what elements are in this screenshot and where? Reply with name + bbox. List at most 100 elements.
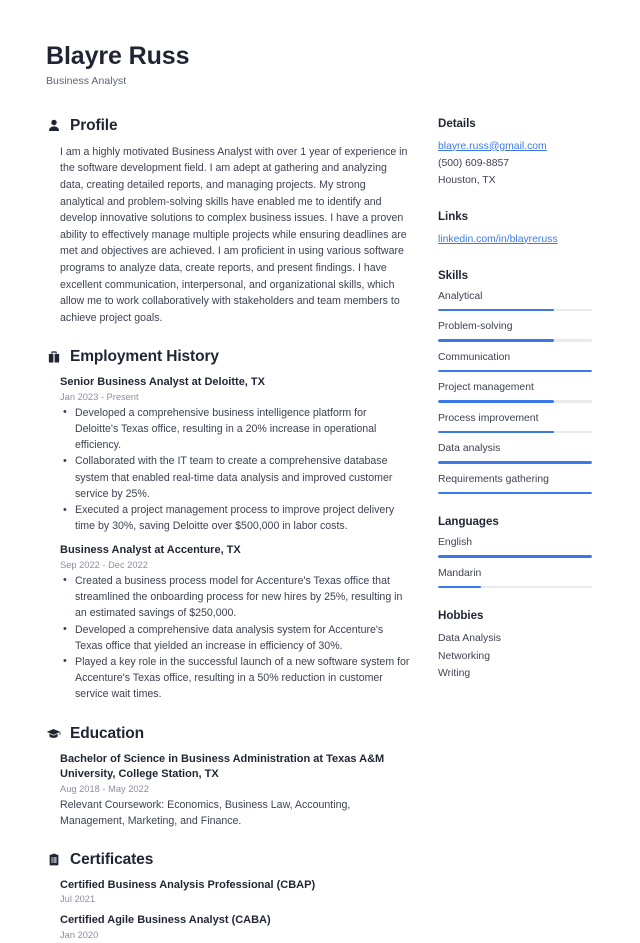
education-entry-title: Bachelor of Science in Business Administ… bbox=[60, 752, 385, 781]
resume-body: Profile I am a highly motivated Business… bbox=[46, 117, 594, 943]
graduation-cap-icon bbox=[46, 726, 61, 741]
employment-entry: Business Analyst at Accenture, TX Sep 20… bbox=[60, 543, 410, 702]
sidebar-title-links: Links bbox=[438, 209, 469, 223]
resume-header: Blayre Russ Business Analyst bbox=[46, 42, 594, 87]
section-employment: Employment History Senior Business Analy… bbox=[46, 348, 410, 702]
skill-bar-fill bbox=[438, 400, 554, 403]
skill-item: Problem-solving bbox=[438, 320, 592, 342]
phone-value: (500) 609-8857 bbox=[438, 157, 510, 169]
candidate-job-title: Business Analyst bbox=[46, 74, 127, 87]
education-entry-description: Relevant Coursework: Economics, Business… bbox=[60, 798, 351, 827]
language-label: Mandarin bbox=[438, 567, 482, 579]
sidebar-languages: Languages English Mandarin bbox=[438, 515, 592, 589]
sidebar-details: Details blayre.russ@gmail.com (500) 609-… bbox=[438, 117, 592, 189]
sidebar-links: Links linkedin.com/in/blayreruss bbox=[438, 210, 592, 248]
section-education: Education Bachelor of Science in Busines… bbox=[46, 725, 410, 829]
skill-item: Process improvement bbox=[438, 412, 592, 434]
section-certificates: Certificates Certified Business Analysis… bbox=[46, 851, 410, 940]
skill-bar-track bbox=[438, 461, 592, 464]
sidebar-title-hobbies: Hobbies bbox=[438, 609, 484, 623]
language-bar-fill bbox=[438, 555, 592, 558]
certificate-entry-title: Certified Agile Business Analyst (CABA) bbox=[60, 914, 271, 927]
skill-bar-track bbox=[438, 339, 592, 342]
section-header-profile: Profile bbox=[46, 117, 410, 135]
section-body-profile: I am a highly motivated Business Analyst… bbox=[46, 144, 410, 327]
section-header-employment: Employment History bbox=[46, 348, 410, 366]
language-label: English bbox=[438, 537, 473, 549]
education-entry: Bachelor of Science in Business Administ… bbox=[60, 752, 410, 829]
sidebar-title-details: Details bbox=[438, 116, 476, 130]
skill-label: Process improvement bbox=[438, 412, 539, 424]
skill-bar-track bbox=[438, 430, 592, 434]
bullet-item: Developed a comprehensive data analysis … bbox=[60, 621, 410, 654]
language-bar-track bbox=[438, 555, 592, 558]
employment-entry-bullets: Developed a comprehensive business intel… bbox=[60, 404, 410, 535]
certificate-entry: Certified Agile Business Analyst (CABA) … bbox=[60, 913, 410, 940]
employment-entry: Senior Business Analyst at Deloitte, TX … bbox=[60, 375, 410, 534]
section-body-education: Bachelor of Science in Business Administ… bbox=[46, 752, 410, 829]
bullet-item: Created a business process model for Acc… bbox=[60, 572, 410, 622]
bullet-item: Played a key role in the successful laun… bbox=[60, 653, 410, 703]
section-body-certificates: Certified Business Analysis Professional… bbox=[46, 878, 410, 940]
language-item: English bbox=[438, 536, 592, 558]
certificate-entry-date: Jul 2021 bbox=[60, 894, 96, 905]
skill-item: Data analysis bbox=[438, 442, 592, 464]
skill-bar-track bbox=[438, 308, 592, 312]
sidebar-title-languages: Languages bbox=[438, 515, 499, 529]
skill-label: Requirements gathering bbox=[438, 473, 549, 485]
skill-label: Project management bbox=[438, 382, 534, 394]
employment-entry-bullets: Created a business process model for Acc… bbox=[60, 572, 410, 703]
linkedin-link[interactable]: linkedin.com/in/blayreruss bbox=[438, 231, 592, 248]
person-icon bbox=[46, 118, 61, 133]
employment-entry-title: Senior Business Analyst at Deloitte, TX bbox=[60, 376, 265, 389]
hobby-item: Data Analysis bbox=[438, 633, 501, 645]
section-title-employment: Employment History bbox=[70, 348, 219, 366]
employment-entry-title: Business Analyst at Accenture, TX bbox=[60, 544, 241, 557]
skill-item: Project management bbox=[438, 381, 592, 403]
section-profile: Profile I am a highly motivated Business… bbox=[46, 117, 410, 327]
profile-text: I am a highly motivated Business Analyst… bbox=[60, 145, 408, 324]
skill-bar-fill bbox=[438, 369, 592, 373]
language-bar-fill bbox=[438, 585, 482, 589]
hobby-item: Networking bbox=[438, 650, 490, 662]
main-column: Profile I am a highly motivated Business… bbox=[46, 117, 410, 943]
certificate-entry-title: Certified Business Analysis Professional… bbox=[60, 878, 316, 891]
section-header-education: Education bbox=[46, 725, 410, 743]
skill-item: Communication bbox=[438, 351, 592, 373]
skill-bar-fill bbox=[438, 308, 554, 312]
skill-item: Requirements gathering bbox=[438, 473, 592, 495]
language-item: Mandarin bbox=[438, 567, 592, 589]
sidebar-skills: Skills Analytical Problem-solving Commun… bbox=[438, 269, 592, 495]
location-value: Houston, TX bbox=[438, 174, 496, 186]
skill-label: Analytical bbox=[438, 290, 483, 302]
language-bar-track bbox=[438, 585, 592, 589]
skill-bar-fill bbox=[438, 339, 554, 342]
skill-item: Analytical bbox=[438, 290, 592, 312]
candidate-name: Blayre Russ bbox=[46, 42, 190, 70]
section-title-certificates: Certificates bbox=[70, 850, 154, 868]
hobby-item: Writing bbox=[438, 668, 471, 680]
section-title-education: Education bbox=[70, 724, 145, 742]
email-link[interactable]: blayre.russ@gmail.com bbox=[438, 138, 592, 155]
sidebar-hobbies: Hobbies Data Analysis Networking Writing bbox=[438, 609, 592, 683]
skill-label: Communication bbox=[438, 351, 511, 363]
clipboard-icon bbox=[46, 852, 61, 867]
section-header-certificates: Certificates bbox=[46, 851, 410, 869]
skill-bar-fill bbox=[438, 491, 592, 495]
bullet-item: Collaborated with the IT team to create … bbox=[60, 453, 410, 502]
skill-bar-fill bbox=[438, 461, 592, 464]
sidebar-column: Details blayre.russ@gmail.com (500) 609-… bbox=[438, 117, 592, 683]
skill-label: Problem-solving bbox=[438, 321, 513, 333]
skill-bar-track bbox=[438, 400, 592, 403]
skill-bar-track bbox=[438, 491, 592, 495]
resume-page: Blayre Russ Business Analyst Profile I a… bbox=[0, 0, 640, 940]
bullet-item: Developed a comprehensive business intel… bbox=[60, 404, 410, 454]
skill-bar-track bbox=[438, 369, 592, 373]
certificate-entry-date: Jan 2020 bbox=[60, 929, 99, 940]
employment-entry-date: Jan 2023 - Present bbox=[60, 391, 139, 402]
section-body-employment: Senior Business Analyst at Deloitte, TX … bbox=[46, 375, 410, 702]
bullet-item: Executed a project management process to… bbox=[60, 501, 410, 534]
education-entry-date: Aug 2018 - May 2022 bbox=[60, 783, 149, 794]
sidebar-title-skills: Skills bbox=[438, 268, 468, 282]
employment-entry-date: Sep 2022 - Dec 2022 bbox=[60, 559, 148, 570]
